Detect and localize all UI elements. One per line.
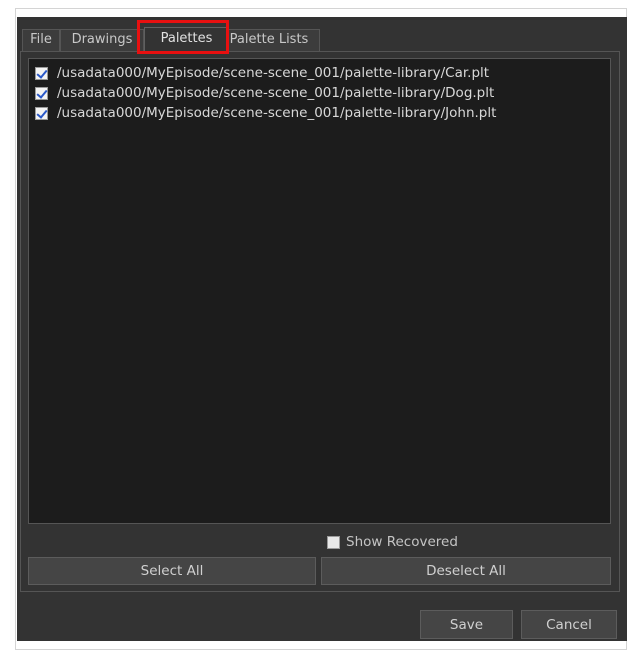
palette-checkbox[interactable] xyxy=(35,86,48,100)
save-button[interactable]: Save xyxy=(420,610,513,639)
show-recovered-label: Show Recovered xyxy=(346,534,458,550)
list-item[interactable]: /usadata000/MyEpisode/scene-scene_001/pa… xyxy=(29,103,610,123)
palette-checkbox[interactable] xyxy=(35,66,48,80)
tab-palette-lists[interactable]: Palette Lists xyxy=(228,29,320,51)
show-recovered-toggle[interactable]: Show Recovered xyxy=(327,534,458,550)
show-recovered-checkbox[interactable] xyxy=(327,535,340,549)
tab-bar: File Drawings Palette Lists Palettes xyxy=(22,27,622,52)
deselect-all-button[interactable]: Deselect All xyxy=(321,557,611,585)
palette-path: /usadata000/MyEpisode/scene-scene_001/pa… xyxy=(57,105,497,121)
cancel-button[interactable]: Cancel xyxy=(521,610,617,639)
list-item[interactable]: /usadata000/MyEpisode/scene-scene_001/pa… xyxy=(29,83,610,103)
palette-list[interactable]: /usadata000/MyEpisode/scene-scene_001/pa… xyxy=(28,58,611,524)
tab-file[interactable]: File xyxy=(22,29,60,51)
list-item[interactable]: /usadata000/MyEpisode/scene-scene_001/pa… xyxy=(29,63,610,83)
save-dialog: File Drawings Palette Lists Palettes /us… xyxy=(17,17,627,641)
palette-path: /usadata000/MyEpisode/scene-scene_001/pa… xyxy=(57,85,495,101)
palette-checkbox[interactable] xyxy=(35,106,48,120)
tab-drawings[interactable]: Drawings xyxy=(60,29,144,51)
palettes-panel: /usadata000/MyEpisode/scene-scene_001/pa… xyxy=(20,51,620,592)
select-all-button[interactable]: Select All xyxy=(28,557,316,585)
palette-path: /usadata000/MyEpisode/scene-scene_001/pa… xyxy=(57,65,490,81)
tab-palettes[interactable]: Palettes xyxy=(144,27,229,52)
